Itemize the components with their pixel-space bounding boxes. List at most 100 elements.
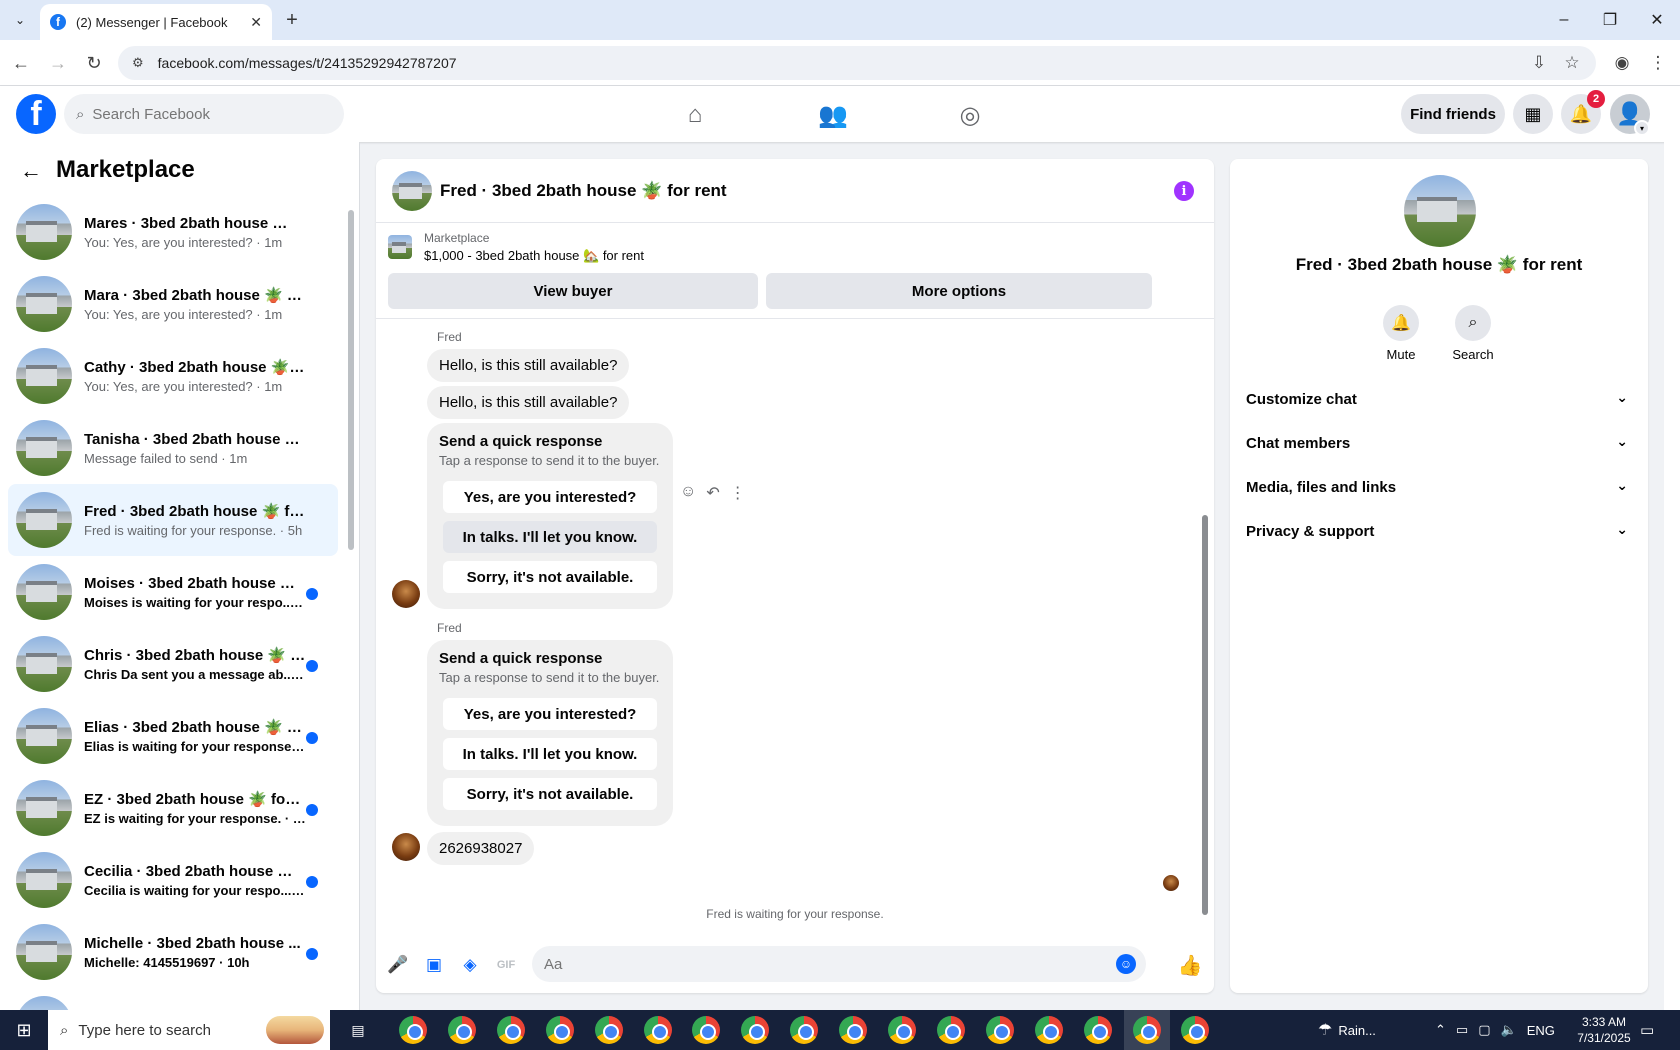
home-icon[interactable]: ⌂: [639, 94, 751, 136]
emoji-icon[interactable]: ☺: [1116, 954, 1136, 974]
message-bubble[interactable]: 2626938027: [427, 832, 535, 865]
chrome-taskbar-icon[interactable]: [643, 1016, 672, 1044]
quick-response-option[interactable]: Sorry, it's not available.: [443, 778, 657, 810]
facebook-search-box[interactable]: ⌕: [64, 94, 344, 134]
quick-response-option[interactable]: In talks. I'll let you know.: [443, 738, 657, 770]
privacy-support-section[interactable]: Privacy & support ⌄: [1238, 511, 1640, 551]
react-emoji-icon[interactable]: ☺: [680, 483, 696, 503]
chat-scrollbar-thumb[interactable]: [1202, 515, 1208, 915]
tray-chevron-up-icon[interactable]: ⌃: [1435, 1022, 1446, 1038]
install-app-icon[interactable]: ⇩: [1526, 50, 1552, 76]
window-close-icon[interactable]: ✕: [1634, 0, 1680, 40]
tray-device-icon[interactable]: ▭: [1456, 1022, 1468, 1038]
chrome-taskbar-icon[interactable]: [447, 1016, 476, 1044]
chrome-taskbar-icon[interactable]: [839, 1016, 868, 1044]
browser-tab-active[interactable]: f (2) Messenger | Facebook ✕: [40, 4, 272, 40]
mute-button[interactable]: 🔔 Mute: [1371, 305, 1431, 362]
conversation-item[interactable]: Michelle · 3bed 2bath house ... Michelle:…: [8, 916, 338, 988]
chat-members-section[interactable]: Chat members ⌄: [1238, 423, 1640, 463]
conversation-item[interactable]: Mara · 3bed 2bath house 🪴 for ... You: Ye…: [8, 268, 338, 340]
message-input[interactable]: [544, 955, 1084, 973]
bookmark-star-icon[interactable]: ☆: [1559, 50, 1585, 76]
facebook-logo[interactable]: f: [16, 94, 56, 134]
notification-center-icon[interactable]: ▭: [1640, 1010, 1654, 1050]
taskbar-clock[interactable]: 3:33 AM 7/31/2025: [1572, 1014, 1636, 1046]
conversation-item[interactable]: Cecilia · 3bed 2bath house 🪴 ... Cecilia …: [8, 844, 338, 916]
media-files-links-section[interactable]: Media, files and links ⌄: [1238, 467, 1640, 507]
search-button[interactable]: ⌕ Search: [1443, 305, 1503, 362]
profile-icon[interactable]: ◉: [1609, 50, 1635, 76]
gif-icon[interactable]: GIF: [494, 953, 518, 977]
account-caret-icon[interactable]: ▾: [1634, 120, 1650, 136]
url-text[interactable]: facebook.com/messages/t/2413529294278720…: [158, 55, 457, 71]
chrome-taskbar-icon[interactable]: [936, 1016, 965, 1044]
tab-search-dropdown-icon[interactable]: ⌄: [8, 8, 32, 32]
chrome-taskbar-icon[interactable]: [888, 1016, 916, 1044]
view-buyer-button[interactable]: View buyer: [388, 273, 758, 309]
reply-icon[interactable]: ↶: [706, 483, 719, 503]
chrome-taskbar-icon[interactable]: [1083, 1016, 1112, 1044]
menu-grid-icon[interactable]: ▦: [1513, 94, 1553, 134]
chrome-taskbar-icon[interactable]: [545, 1016, 574, 1044]
chrome-taskbar-icon[interactable]: [692, 1016, 721, 1044]
chrome-taskbar-icon[interactable]: [741, 1016, 770, 1044]
reload-icon[interactable]: ↻: [81, 50, 107, 76]
groups-icon[interactable]: ◎: [914, 94, 1026, 136]
chat-title[interactable]: Fred · 3bed 2bath house 🪴 for rent: [440, 181, 727, 201]
chrome-taskbar-icon[interactable]: [985, 1016, 1014, 1044]
quick-response-option[interactable]: In talks. I'll let you know.: [443, 521, 657, 553]
language-indicator[interactable]: ENG: [1527, 1023, 1555, 1038]
volume-icon[interactable]: 🔈: [1501, 1022, 1517, 1038]
conversation-item[interactable]: Chris · 3bed 2bath house 🪴 f... Chris Da …: [8, 628, 338, 700]
chrome-taskbar-icon[interactable]: [496, 1016, 525, 1044]
facebook-search-input[interactable]: [92, 105, 313, 123]
weather-widget[interactable]: ☂ Rain...: [1318, 1010, 1376, 1050]
message-input-box[interactable]: ☺: [532, 946, 1146, 982]
quick-response-option[interactable]: Yes, are you interested?: [443, 481, 657, 513]
microphone-icon[interactable]: 🎤: [386, 953, 410, 977]
more-options-button[interactable]: More options: [766, 273, 1152, 309]
message-bubble[interactable]: Hello, is this still available?: [427, 349, 630, 382]
thumbs-up-icon[interactable]: 👍: [1178, 953, 1203, 977]
customize-chat-section[interactable]: Customize chat ⌄: [1238, 379, 1640, 419]
more-actions-icon[interactable]: ⋮: [730, 483, 746, 503]
minimize-icon[interactable]: –: [1541, 0, 1587, 40]
info-icon[interactable]: i: [1174, 181, 1194, 201]
sticker-icon[interactable]: ◈: [458, 953, 482, 977]
conversation-item[interactable]: Cathy · 3bed 2bath house 🪴 for... You: Ye…: [8, 340, 338, 412]
windows-start-icon[interactable]: ⊞: [0, 1010, 48, 1050]
chrome-taskbar-icon[interactable]: [790, 1016, 819, 1044]
chrome-taskbar-icon[interactable]: [1181, 1016, 1210, 1044]
tab-close-icon[interactable]: ✕: [250, 14, 262, 31]
message-bubble[interactable]: Hello, is this still available?: [427, 386, 630, 419]
chrome-taskbar-icon[interactable]: [399, 1016, 427, 1044]
restore-icon[interactable]: ❐: [1587, 0, 1633, 40]
friends-icon[interactable]: 👥: [777, 94, 889, 136]
chrome-menu-icon[interactable]: ⋮: [1645, 50, 1671, 76]
quick-response-option[interactable]: Sorry, it's not available.: [443, 561, 657, 593]
new-tab-icon[interactable]: +: [280, 8, 304, 32]
conversation-item[interactable]: Tanisha · 3bed 2bath house 🪴 f... Message…: [8, 412, 338, 484]
back-arrow-icon[interactable]: ←: [8, 50, 34, 76]
conversation-item[interactable]: Fred · 3bed 2bath house 🪴 for r... Fred i…: [8, 484, 338, 556]
photo-icon[interactable]: ▣: [422, 953, 446, 977]
network-icon[interactable]: ▢: [1478, 1022, 1490, 1038]
chrome-taskbar-icon[interactable]: [1034, 1016, 1063, 1044]
conversation-item[interactable]: Moises · 3bed 2bath house 🪴 ... Moises is…: [8, 556, 338, 628]
find-friends-button[interactable]: Find friends: [1401, 94, 1505, 134]
page-scrollbar[interactable]: [1664, 86, 1680, 1010]
conversation-item[interactable]: EZ · 3bed 2bath house 🪴 for r... EZ is wa…: [8, 772, 338, 844]
conversation-item[interactable]: Elias · 3bed 2bath house 🪴 fo... Elias is…: [8, 700, 338, 772]
quick-response-option[interactable]: Yes, are you interested?: [443, 698, 657, 730]
search-highlight-image[interactable]: [266, 1016, 324, 1044]
sidebar-scrollbar-thumb[interactable]: [348, 210, 354, 550]
sender-avatar[interactable]: [392, 833, 420, 861]
site-info-icon[interactable]: ⚙: [132, 55, 144, 71]
forward-arrow-icon[interactable]: →: [45, 50, 71, 76]
chat-avatar[interactable]: [392, 171, 432, 211]
task-view-icon[interactable]: ▤: [346, 1018, 370, 1042]
conversation-item[interactable]: Daniela · 3bed 2bath house 🪴: [8, 988, 338, 1010]
omnibox[interactable]: ⚙ facebook.com/messages/t/24135292942787…: [118, 46, 1596, 80]
chrome-taskbar-icon[interactable]: [1132, 1016, 1161, 1044]
sender-avatar[interactable]: [392, 580, 420, 608]
